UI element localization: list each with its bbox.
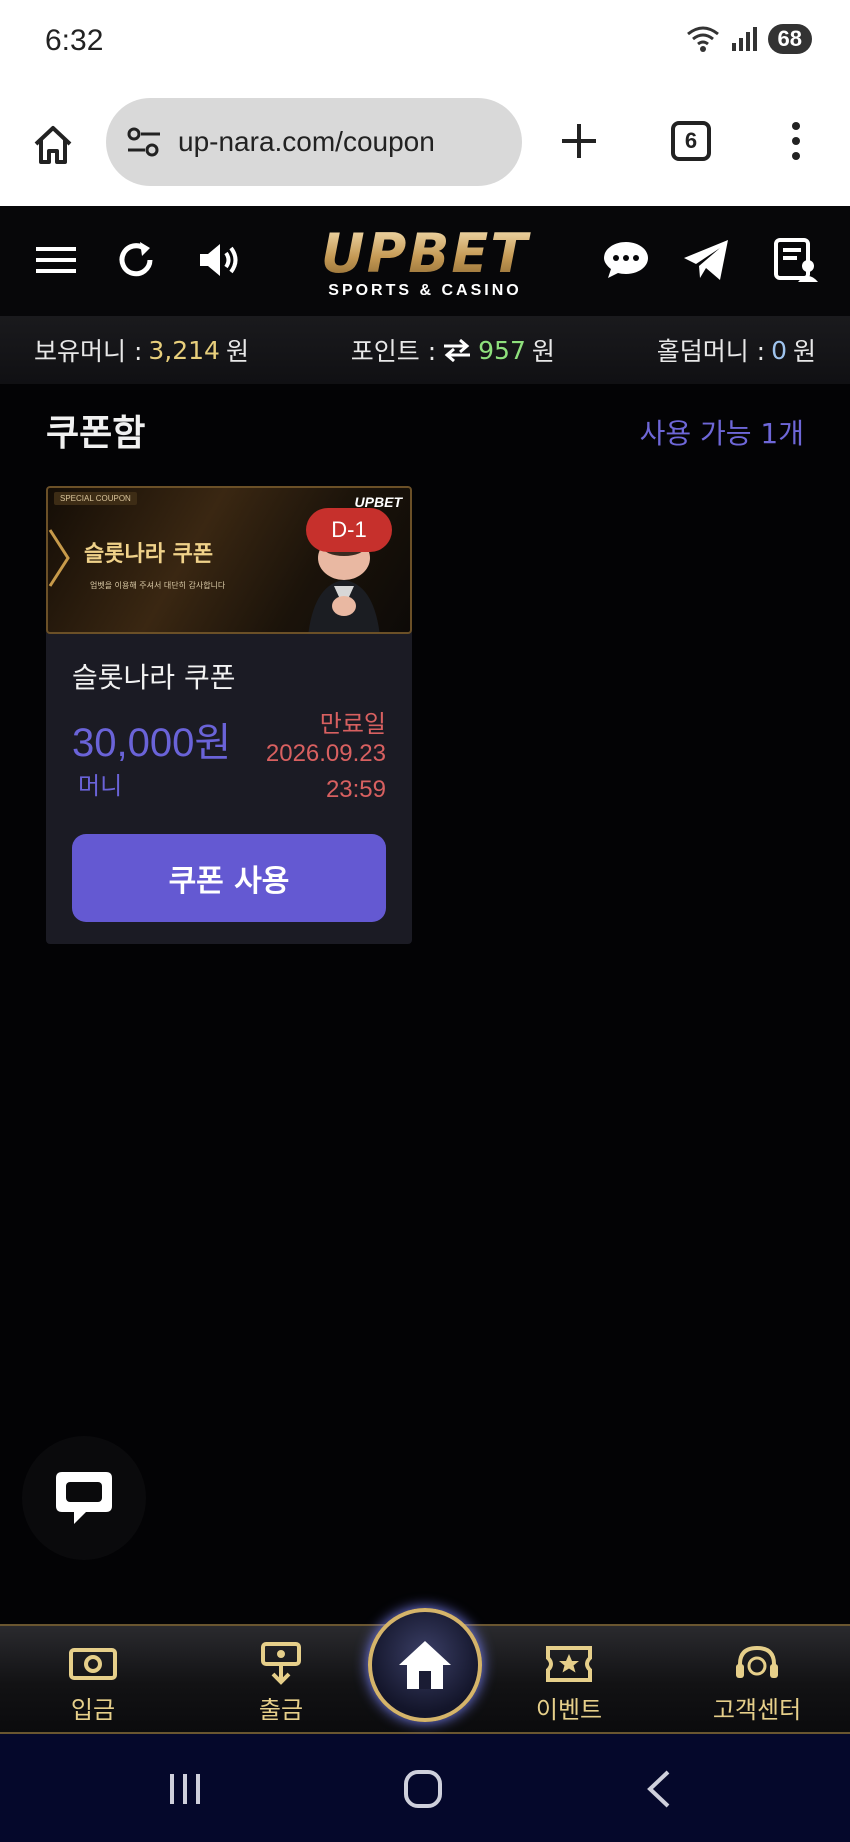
banner-title: 슬롯나라 쿠폰 xyxy=(84,542,214,567)
holdem-value: 0 xyxy=(771,335,787,365)
holdem-unit: 원 xyxy=(792,337,816,366)
nav-support[interactable]: 고객센터 xyxy=(702,1642,812,1725)
nav-deposit[interactable]: 입금 xyxy=(38,1642,148,1725)
nav-withdraw-label: 출금 xyxy=(258,1696,304,1724)
bottom-nav: 입금 출금 이벤트 고객센터 xyxy=(0,1608,850,1734)
headset-icon xyxy=(736,1645,778,1678)
chevron-right-icon xyxy=(48,529,70,587)
nav-support-label: 고객센터 xyxy=(712,1696,802,1724)
money-unit: 원 xyxy=(225,337,249,366)
live-chat-button[interactable] xyxy=(22,1436,146,1560)
money-label: 보유머니 : xyxy=(34,337,143,366)
page-title: 쿠폰함 xyxy=(46,413,146,454)
logo-sub-text: SPORTS & CASINO xyxy=(328,282,522,299)
sound-icon[interactable] xyxy=(196,236,244,284)
holdem-money: 홀덤머니 : 0 원 xyxy=(657,332,816,368)
point-unit: 원 xyxy=(531,337,555,366)
tab-switcher-button[interactable]: 6 xyxy=(671,121,711,161)
profile-doc-icon[interactable] xyxy=(772,236,820,284)
nav-event-label: 이벤트 xyxy=(535,1696,603,1724)
expire-label: 만료일 xyxy=(319,710,386,738)
balance-bar: 보유머니 : 3,214 원 포인트 : 957 원 홀덤머니 : 0 원 xyxy=(0,316,850,384)
money-value: 3,214 xyxy=(148,335,220,365)
site-header: UPBET SPORTS & CASINO xyxy=(0,206,850,316)
coupon-amount: 30,000원 xyxy=(72,721,232,765)
system-home-icon[interactable] xyxy=(398,1764,448,1814)
status-bar: 6:32 68 xyxy=(0,0,850,88)
logo-main-text: UPBET xyxy=(300,226,550,282)
coupon-banner: SPECIAL COUPON 슬롯나라 쿠폰 업벳을 이용해 주셔서 대단히 감… xyxy=(46,486,412,634)
ticket-star-icon xyxy=(546,1646,592,1682)
coupon-type: 머니 xyxy=(78,772,123,800)
withdraw-icon xyxy=(261,1642,301,1685)
signal-icon xyxy=(731,27,757,51)
status-time: 6:32 xyxy=(45,24,104,57)
holding-money: 보유머니 : 3,214 원 xyxy=(34,332,249,368)
browser-home-icon[interactable] xyxy=(30,122,76,168)
status-icons: 68 xyxy=(686,24,812,54)
nav-withdraw[interactable]: 출금 xyxy=(226,1642,336,1725)
more-menu-icon[interactable] xyxy=(786,118,806,164)
cash-icon xyxy=(69,1648,117,1680)
chat-bubble-icon[interactable] xyxy=(602,236,650,284)
chat-icon xyxy=(56,1472,112,1524)
coupon-name: 슬롯나라 쿠폰 xyxy=(72,661,236,694)
nav-event[interactable]: 이벤트 xyxy=(514,1642,624,1725)
point-value: 957 xyxy=(478,335,526,365)
address-bar[interactable]: up-nara.com/coupon xyxy=(106,98,522,186)
holdem-label: 홀덤머니 : xyxy=(656,337,766,366)
banner-desc: 업벳을 이용해 주셔서 대단히 감사합니다 xyxy=(90,581,226,590)
use-coupon-button[interactable]: 쿠폰 사용 xyxy=(72,834,386,922)
point-label: 포인트 : xyxy=(350,337,437,366)
telegram-icon[interactable] xyxy=(682,236,730,284)
coupon-card: SPECIAL COUPON 슬롯나라 쿠폰 업벳을 이용해 주셔서 대단히 감… xyxy=(46,486,412,944)
new-tab-icon[interactable] xyxy=(556,118,602,164)
site-logo[interactable]: UPBET SPORTS & CASINO xyxy=(300,226,550,300)
wifi-icon xyxy=(686,26,719,52)
browser-toolbar: up-nara.com/coupon 6 xyxy=(0,88,850,206)
nav-deposit-label: 입금 xyxy=(70,1696,116,1724)
expire-time: 23:59 xyxy=(325,776,386,803)
available-count: 사용 가능 1개 xyxy=(639,417,804,450)
menu-icon[interactable] xyxy=(32,236,80,284)
battery-indicator: 68 xyxy=(767,24,812,54)
home-button[interactable] xyxy=(368,1608,482,1722)
recent-apps-icon[interactable] xyxy=(160,1764,210,1814)
banner-tag: SPECIAL COUPON xyxy=(54,492,137,505)
home-icon xyxy=(399,1641,451,1689)
expire-date: 2026.09.23 xyxy=(265,740,386,767)
system-nav-bar xyxy=(0,1734,850,1842)
points: 포인트 : 957 원 xyxy=(351,332,555,368)
refresh-icon[interactable] xyxy=(112,236,160,284)
dday-badge: D-1 xyxy=(306,508,392,552)
url-text: up-nara.com/coupon xyxy=(178,126,435,157)
site-settings-icon[interactable] xyxy=(124,122,164,162)
back-icon[interactable] xyxy=(636,1764,686,1814)
exchange-icon[interactable] xyxy=(442,338,472,362)
